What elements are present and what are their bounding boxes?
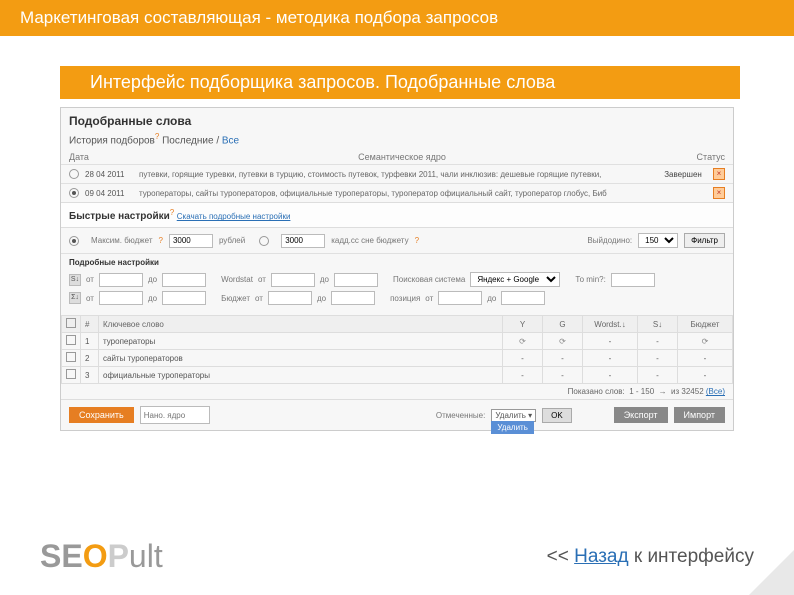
core-input[interactable] <box>140 406 210 424</box>
save-button[interactable]: Сохранить <box>69 407 134 423</box>
checkbox-all[interactable] <box>66 318 76 328</box>
page-title: Маркетинговая составляющая - методика по… <box>0 0 794 36</box>
corner-decoration <box>749 550 794 595</box>
section-title: Интерфейс подборщика запросов. Подобранн… <box>60 66 740 99</box>
filter-button[interactable]: Фильтр <box>684 233 725 248</box>
import-button[interactable]: Импорт <box>674 407 725 423</box>
tomin-input[interactable] <box>611 273 655 287</box>
from-input[interactable] <box>99 273 143 287</box>
to-input[interactable] <box>162 273 206 287</box>
history-all-link[interactable]: Все <box>222 135 239 146</box>
pagination: Показано слов: 1 - 150 → из 32452 (Все) <box>61 384 733 399</box>
table-row[interactable]: 3официальные туроператоры----- <box>62 367 733 384</box>
ok-button[interactable]: OK <box>542 408 572 423</box>
quick-more-link[interactable]: Скачать подробные настройки <box>177 212 291 221</box>
checkbox[interactable] <box>66 335 76 345</box>
loading-icon: ⟳ <box>503 333 543 350</box>
delete-icon[interactable]: × <box>713 168 725 180</box>
table-row[interactable]: 1туроператоры⟳⟳--⟳ <box>62 333 733 350</box>
delete-icon[interactable]: × <box>713 187 725 199</box>
ws-to-input[interactable] <box>334 273 378 287</box>
output-select[interactable]: 150 <box>638 233 678 248</box>
panel-title: Подобранные слова <box>61 108 733 130</box>
keywords-panel: Подобранные слова История подборов? Посл… <box>60 107 734 431</box>
p-to-input[interactable] <box>501 291 545 305</box>
budget-input[interactable] <box>169 234 213 248</box>
export-button[interactable]: Экспорт <box>614 407 668 423</box>
radio-icon[interactable] <box>259 236 269 246</box>
table-header: # Ключевое слово Y G Wordst.↓ S↓ Бюджет <box>62 316 733 333</box>
history-row[interactable]: 28 04 2011 путевки, горящие туревки, пут… <box>61 164 733 183</box>
radio-icon[interactable] <box>69 236 79 246</box>
history-header: История подборов? Последние / Все <box>61 130 733 150</box>
radio-icon[interactable] <box>69 169 79 179</box>
budget-alt-input[interactable] <box>281 234 325 248</box>
engine-select[interactable]: Яндекс + Google <box>470 272 560 287</box>
logo: SEOPult <box>40 538 163 575</box>
to2-input[interactable] <box>162 291 206 305</box>
stat-icon: Σ↓ <box>69 292 81 304</box>
history-columns: Дата Семантическое ядро Статус <box>61 150 733 164</box>
b-from-input[interactable] <box>268 291 312 305</box>
history-row[interactable]: 09 04 2011 туроператоры, сайты туроперат… <box>61 183 733 202</box>
checkbox[interactable] <box>66 369 76 379</box>
detail-settings: Подробные настройки S↓ от до Wordstat от… <box>61 253 733 311</box>
panel-footer: Сохранить Отмеченные: Удалить ▾ Удалить … <box>61 399 733 430</box>
b-to-input[interactable] <box>331 291 375 305</box>
table-row[interactable]: 2сайты туроператоров----- <box>62 350 733 367</box>
show-all-link[interactable]: (Все) <box>706 387 725 396</box>
from2-input[interactable] <box>99 291 143 305</box>
radio-icon[interactable] <box>69 188 79 198</box>
checkbox[interactable] <box>66 352 76 362</box>
back-link-text: << Назад к интерфейсу <box>547 546 754 568</box>
quick-settings-row: Максим. бюджет? рублей кадд.сс сне бюдже… <box>61 228 733 253</box>
stat-icon: S↓ <box>69 274 81 286</box>
quick-settings-header: Быстрые настройки? Скачать подробные нас… <box>61 202 733 228</box>
ws-from-input[interactable] <box>271 273 315 287</box>
keywords-table: # Ключевое слово Y G Wordst.↓ S↓ Бюджет … <box>61 315 733 384</box>
p-from-input[interactable] <box>438 291 482 305</box>
dropdown-menu[interactable]: Удалить <box>491 421 534 434</box>
back-link[interactable]: Назад <box>574 546 628 567</box>
